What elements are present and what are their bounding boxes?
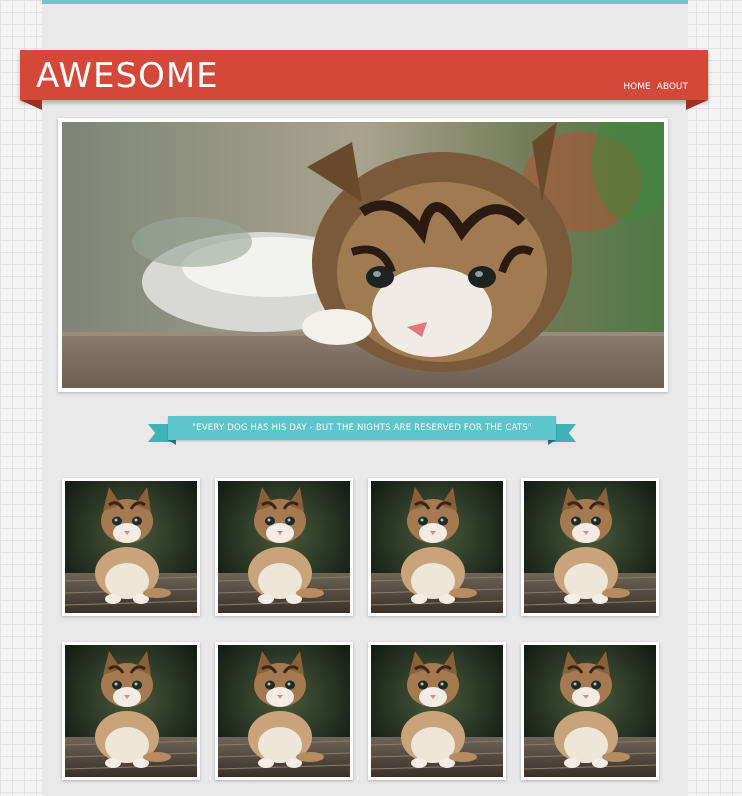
gallery-item[interactable]: [521, 642, 659, 780]
quote-ribbon-fold-right: [548, 440, 556, 445]
kitten-thumbnail-image: [524, 645, 656, 777]
gallery-item[interactable]: [215, 642, 353, 780]
header-ribbon-fold-right: [686, 100, 708, 110]
gallery-item[interactable]: [368, 478, 506, 616]
quote-ribbon-fold-left: [168, 440, 176, 445]
nav-home-link[interactable]: HOME: [623, 82, 650, 92]
gallery-item[interactable]: [62, 642, 200, 780]
site-logo[interactable]: AWESOME: [36, 56, 219, 96]
kitten-thumbnail-image: [371, 645, 503, 777]
kitten-thumbnail-image: [524, 481, 656, 613]
kitten-thumbnail-image: [65, 481, 197, 613]
gallery-item[interactable]: [62, 478, 200, 616]
quote-text: "EVERY DOG HAS HIS DAY - BUT THE NIGHTS …: [168, 416, 556, 440]
site-header: AWESOME HOME ABOUT: [20, 50, 708, 100]
kitten-thumbnail-image: [218, 645, 350, 777]
main-nav: HOME ABOUT: [623, 82, 688, 92]
hero-kitten-image: [62, 122, 664, 388]
hero-image-frame: [58, 118, 668, 392]
gallery-item[interactable]: [215, 478, 353, 616]
kitten-thumbnail-image: [371, 481, 503, 613]
gallery-item[interactable]: [368, 642, 506, 780]
quote-ribbon: "EVERY DOG HAS HIS DAY - BUT THE NIGHTS …: [148, 414, 576, 445]
header-ribbon-fold-left: [20, 100, 42, 110]
kitten-thumbnail-image: [65, 645, 197, 777]
gallery-item[interactable]: [521, 478, 659, 616]
nav-about-link[interactable]: ABOUT: [657, 82, 688, 92]
kitten-thumbnail-image: [218, 481, 350, 613]
